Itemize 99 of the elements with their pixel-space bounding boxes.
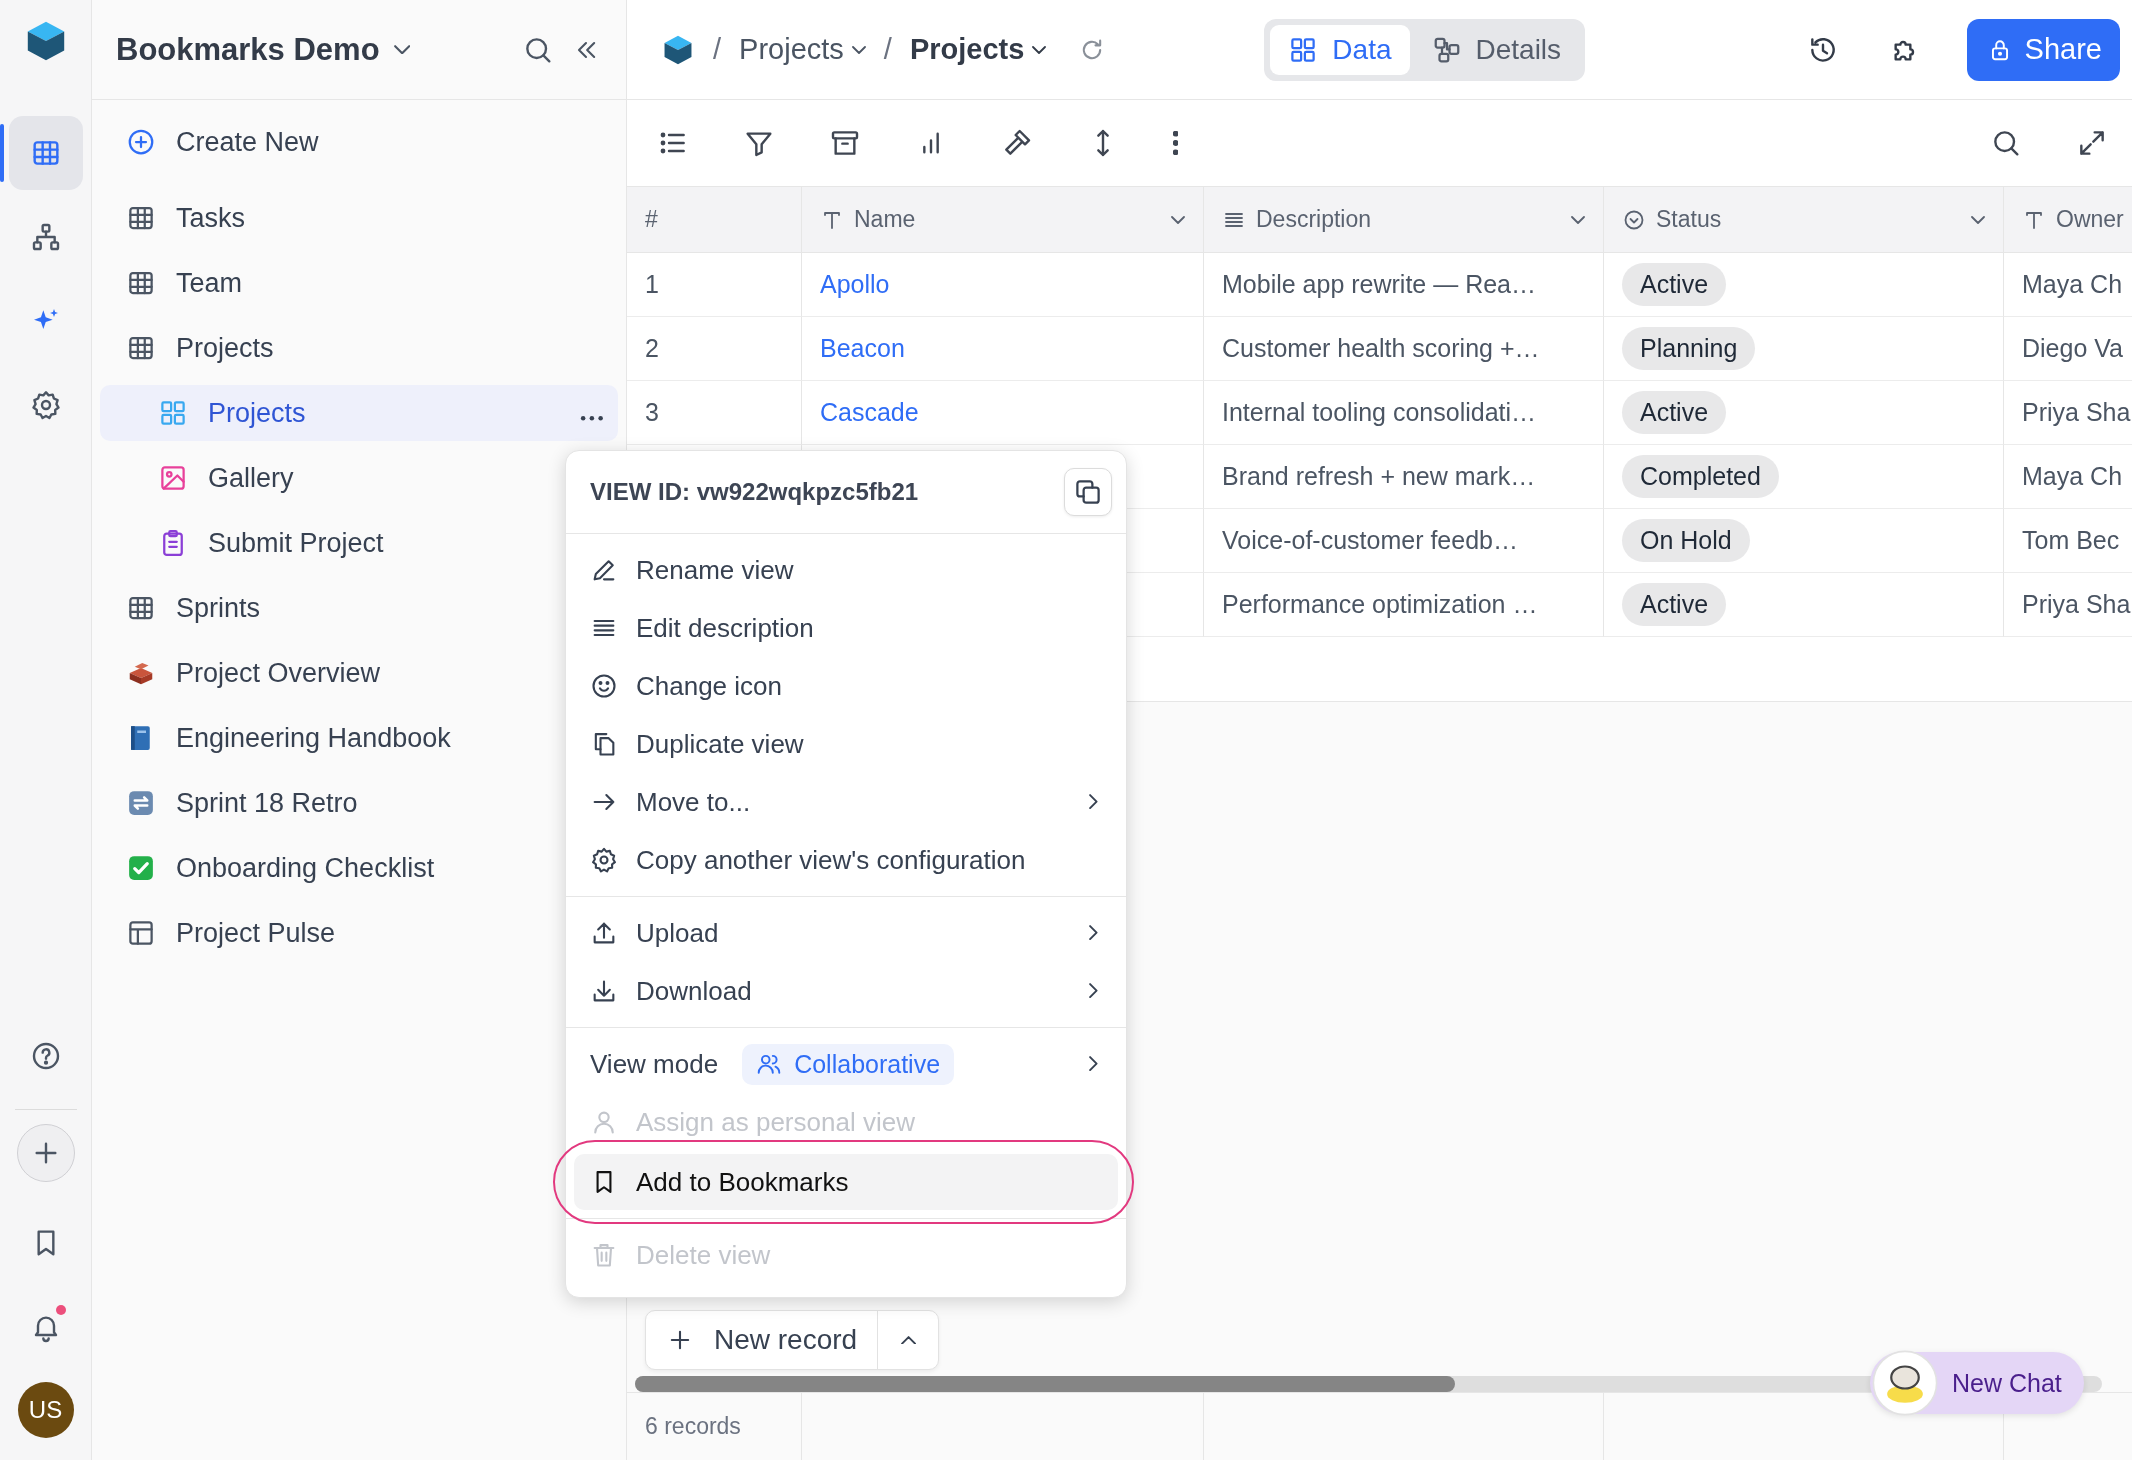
smiley-icon <box>590 672 618 700</box>
user-avatar[interactable]: US <box>17 1382 74 1438</box>
table-cell: Priya Sha <box>2004 381 2132 445</box>
chevron-down-icon <box>393 44 410 55</box>
column-header[interactable]: Name <box>802 187 1204 253</box>
column-title: Description <box>1256 206 1373 233</box>
table-cell: Diego Va <box>2004 317 2132 381</box>
table-cell: Maya Ch <box>2004 445 2132 509</box>
sidebar-item[interactable]: Sprints <box>100 580 556 636</box>
chevron-down-icon <box>851 45 866 54</box>
sidebar-item[interactable]: Projects <box>100 320 556 376</box>
sidebar-item[interactable]: Project Overview <box>100 645 556 701</box>
menu-item[interactable]: Add to Bookmarks <box>574 1154 1118 1210</box>
column-header[interactable]: Status <box>1604 187 2004 253</box>
new-chat-button[interactable]: New Chat <box>1870 1352 2084 1414</box>
selection-bar <box>0 124 4 182</box>
view-id-label: VIEW ID: vw922wqkpzc5fb21 <box>590 478 919 506</box>
checkmark-icon <box>126 853 156 883</box>
breadcrumb-separator: / <box>883 33 892 66</box>
rail-button[interactable] <box>8 116 83 190</box>
share-button[interactable]: Share <box>1966 18 2120 81</box>
menu-item[interactable]: View mode Collaborative <box>574 1036 1118 1092</box>
menu-item[interactable]: Rename view <box>574 542 1118 598</box>
status-pill: Active <box>1622 391 1727 434</box>
chevron-right-icon <box>1089 925 1098 941</box>
status-pill: Active <box>1622 263 1727 306</box>
column-header[interactable]: Owner <box>2004 187 2132 253</box>
breadcrumb-link[interactable]: Projects <box>739 33 866 66</box>
sidebar-item[interactable]: Sprint 18 Retro <box>100 775 556 831</box>
caret-icon <box>900 1335 916 1345</box>
chevron-right-icon <box>1089 983 1098 999</box>
scrollbar-thumb[interactable] <box>635 1376 1455 1392</box>
menu-item[interactable]: Change icon <box>574 658 1118 714</box>
chevron-down-icon <box>1171 215 1185 224</box>
more-icon <box>580 415 604 422</box>
sidebar-item[interactable]: Projects <box>100 385 618 441</box>
new-record-button[interactable]: New record <box>646 1311 879 1369</box>
column-title: Status <box>1656 206 1723 233</box>
sidebar-item[interactable]: Onboarding Checklist <box>100 840 556 896</box>
grid-view-icon <box>158 398 188 428</box>
chevron-right-icon <box>1089 1056 1098 1072</box>
breadcrumb-separator: / <box>713 33 722 66</box>
status-pill: Active <box>1622 583 1727 626</box>
sidebar-item[interactable]: Project Pulse <box>100 905 556 961</box>
table-cell: 1 <box>627 253 802 317</box>
add-circle-icon <box>126 127 156 157</box>
menu-item[interactable]: Move to... <box>574 774 1118 830</box>
mode-badge[interactable]: Collaborative <box>742 1043 955 1085</box>
tab[interactable]: Data <box>1270 24 1410 75</box>
copy-icon <box>1073 477 1103 507</box>
sidebar-item[interactable]: Tasks <box>100 190 556 246</box>
table-cell: 3 <box>627 381 802 445</box>
table-cell: Tom Bec <box>2004 509 2132 573</box>
layout-icon <box>126 918 156 948</box>
status-pill: Planning <box>1622 327 1756 370</box>
workspace-title: Bookmarks Demo <box>116 31 380 68</box>
mascot-icon <box>1872 1350 1938 1416</box>
copy-button[interactable] <box>1064 468 1112 516</box>
status-pill: Completed <box>1622 455 1779 498</box>
record-count: 6 records <box>627 1392 802 1460</box>
column-header[interactable]: Description <box>1204 187 1604 253</box>
table-cell: Voice-of-customer feedb… <box>1204 509 1604 573</box>
chevron-down-icon <box>1571 215 1585 224</box>
menu-item[interactable]: Edit description <box>574 600 1118 656</box>
table-cell: Performance optimization … <box>1204 573 1604 637</box>
table-cell: Mobile app rewrite — Rea… <box>1204 253 1604 317</box>
column-title: Name <box>854 206 917 233</box>
chevron-down-icon <box>1971 215 1985 224</box>
image-icon <box>158 463 188 493</box>
sidebar-item[interactable]: Submit Project <box>100 515 556 571</box>
chevron-down-icon <box>1032 45 1047 54</box>
record-link[interactable]: Beacon <box>820 334 905 363</box>
chevron-right-icon <box>1089 794 1098 810</box>
menu-item[interactable]: Duplicate view <box>574 716 1118 772</box>
status-pill: On Hold <box>1622 519 1750 562</box>
record-link[interactable]: Apollo <box>820 270 890 299</box>
table-cell: Brand refresh + new mark… <box>1204 445 1604 509</box>
table-cell: 2 <box>627 317 802 381</box>
column-header[interactable]: # <box>627 187 802 253</box>
settings-icon <box>29 389 62 421</box>
gear-icon <box>590 846 618 874</box>
menu-item[interactable]: Copy another view's configuration <box>574 832 1118 888</box>
sidebar-item[interactable]: Engineering Handbook <box>100 710 556 766</box>
sidebar-item[interactable]: Gallery <box>100 450 556 506</box>
sidebar-item[interactable]: Team <box>100 255 556 311</box>
table-cell: Priya Sha <box>2004 573 2132 637</box>
record-link[interactable]: Cascade <box>820 398 919 427</box>
table-cell: Customer health scoring +… <box>1204 317 1604 381</box>
tab[interactable]: Details <box>1413 24 1580 75</box>
menu-item[interactable]: Download <box>574 963 1118 1019</box>
table-cell: Internal tooling consolidati… <box>1204 381 1604 445</box>
breadcrumb-link[interactable]: Projects <box>909 33 1047 66</box>
kebab-icon <box>1173 131 1179 155</box>
column-title: # <box>645 206 659 233</box>
column-title: Owner <box>2056 206 2125 233</box>
create-new-item[interactable]: Create New <box>100 114 556 170</box>
menu-item[interactable]: Upload <box>574 905 1118 961</box>
table-cell: Maya Ch <box>2004 253 2132 317</box>
cycle-icon <box>126 788 156 818</box>
